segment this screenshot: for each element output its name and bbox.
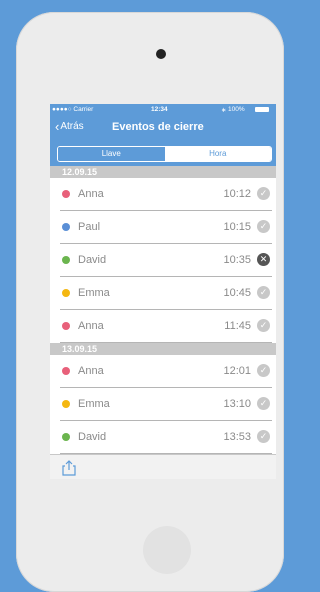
event-name: Paul bbox=[78, 221, 101, 233]
check-icon: ✓ bbox=[257, 187, 270, 200]
list-item[interactable]: David 13:53 ✓ bbox=[60, 421, 272, 454]
user-color-dot bbox=[62, 256, 70, 264]
user-color-dot bbox=[62, 400, 70, 408]
event-time: 10:45 bbox=[223, 287, 251, 299]
event-time: 11:45 bbox=[224, 320, 251, 332]
list-item[interactable]: Anna 12:01 ✓ bbox=[60, 355, 272, 388]
check-icon: ✓ bbox=[257, 430, 270, 443]
status-time: 12:34 bbox=[151, 106, 168, 113]
home-button[interactable] bbox=[143, 526, 191, 574]
battery-percent: 100% bbox=[228, 106, 245, 113]
event-name: Anna bbox=[78, 365, 104, 377]
event-name: Anna bbox=[78, 320, 104, 332]
list-item[interactable]: Emma 13:10 ✓ bbox=[60, 388, 272, 421]
app-screen: ●●●●○ Carrier 12:34 ∗ 100% ‹ Atrás Event… bbox=[50, 104, 276, 479]
event-name: David bbox=[78, 431, 107, 443]
event-name: Emma bbox=[78, 398, 110, 410]
event-time: 10:15 bbox=[223, 221, 251, 233]
check-icon: ✓ bbox=[257, 220, 270, 233]
section-header: 12.09.15 bbox=[50, 166, 276, 178]
list-item[interactable]: David 10:35 ✕ bbox=[60, 244, 272, 277]
event-name: Emma bbox=[78, 287, 110, 299]
user-color-dot bbox=[62, 322, 70, 330]
event-list: 12.09.15 Anna 10:12 ✓ Paul 10:15 ✓ David 10:35 ✕ E… bbox=[50, 166, 276, 479]
page-title: Eventos de cierre bbox=[112, 121, 204, 133]
list-item[interactable]: Paul 10:15 ✓ bbox=[60, 211, 272, 244]
user-color-dot bbox=[62, 223, 70, 231]
segment-llave[interactable]: Llave bbox=[58, 147, 165, 161]
carrier-label: ●●●●○ Carrier bbox=[52, 106, 94, 113]
segmented-control: Llave Hora bbox=[57, 146, 272, 162]
event-time: 13:53 bbox=[223, 431, 251, 443]
section-header: 13.09.15 bbox=[50, 343, 276, 355]
phone-frame: ●●●●○ Carrier 12:34 ∗ 100% ‹ Atrás Event… bbox=[16, 12, 284, 592]
status-bar: ●●●●○ Carrier 12:34 ∗ 100% bbox=[50, 104, 276, 116]
list-item[interactable]: Anna 10:12 ✓ bbox=[60, 178, 272, 211]
segmented-control-container: Llave Hora bbox=[50, 140, 276, 166]
chevron-left-icon: ‹ bbox=[55, 118, 60, 134]
event-name: David bbox=[78, 254, 107, 266]
cross-icon: ✕ bbox=[257, 253, 270, 266]
user-color-dot bbox=[62, 367, 70, 375]
camera-icon bbox=[156, 49, 166, 59]
battery-icon bbox=[255, 107, 269, 112]
event-time: 10:35 bbox=[223, 254, 251, 266]
bluetooth-icon: ∗ bbox=[221, 107, 227, 114]
segment-hora[interactable]: Hora bbox=[164, 147, 271, 161]
event-time: 10:12 bbox=[223, 188, 251, 200]
bottom-toolbar bbox=[50, 454, 276, 479]
user-color-dot bbox=[62, 289, 70, 297]
check-icon: ✓ bbox=[257, 319, 270, 332]
event-name: Anna bbox=[78, 188, 104, 200]
event-time: 13:10 bbox=[223, 398, 251, 410]
user-color-dot bbox=[62, 433, 70, 441]
check-icon: ✓ bbox=[257, 364, 270, 377]
nav-bar: ‹ Atrás Eventos de cierre bbox=[50, 116, 276, 140]
back-button[interactable]: ‹ Atrás bbox=[55, 118, 84, 134]
share-icon[interactable] bbox=[62, 460, 76, 479]
check-icon: ✓ bbox=[257, 397, 270, 410]
list-item[interactable]: Anna 11:45 ✓ bbox=[60, 310, 272, 343]
back-label: Atrás bbox=[60, 121, 84, 132]
list-item[interactable]: Emma 10:45 ✓ bbox=[60, 277, 272, 310]
check-icon: ✓ bbox=[257, 286, 270, 299]
event-time: 12:01 bbox=[223, 365, 251, 377]
user-color-dot bbox=[62, 190, 70, 198]
